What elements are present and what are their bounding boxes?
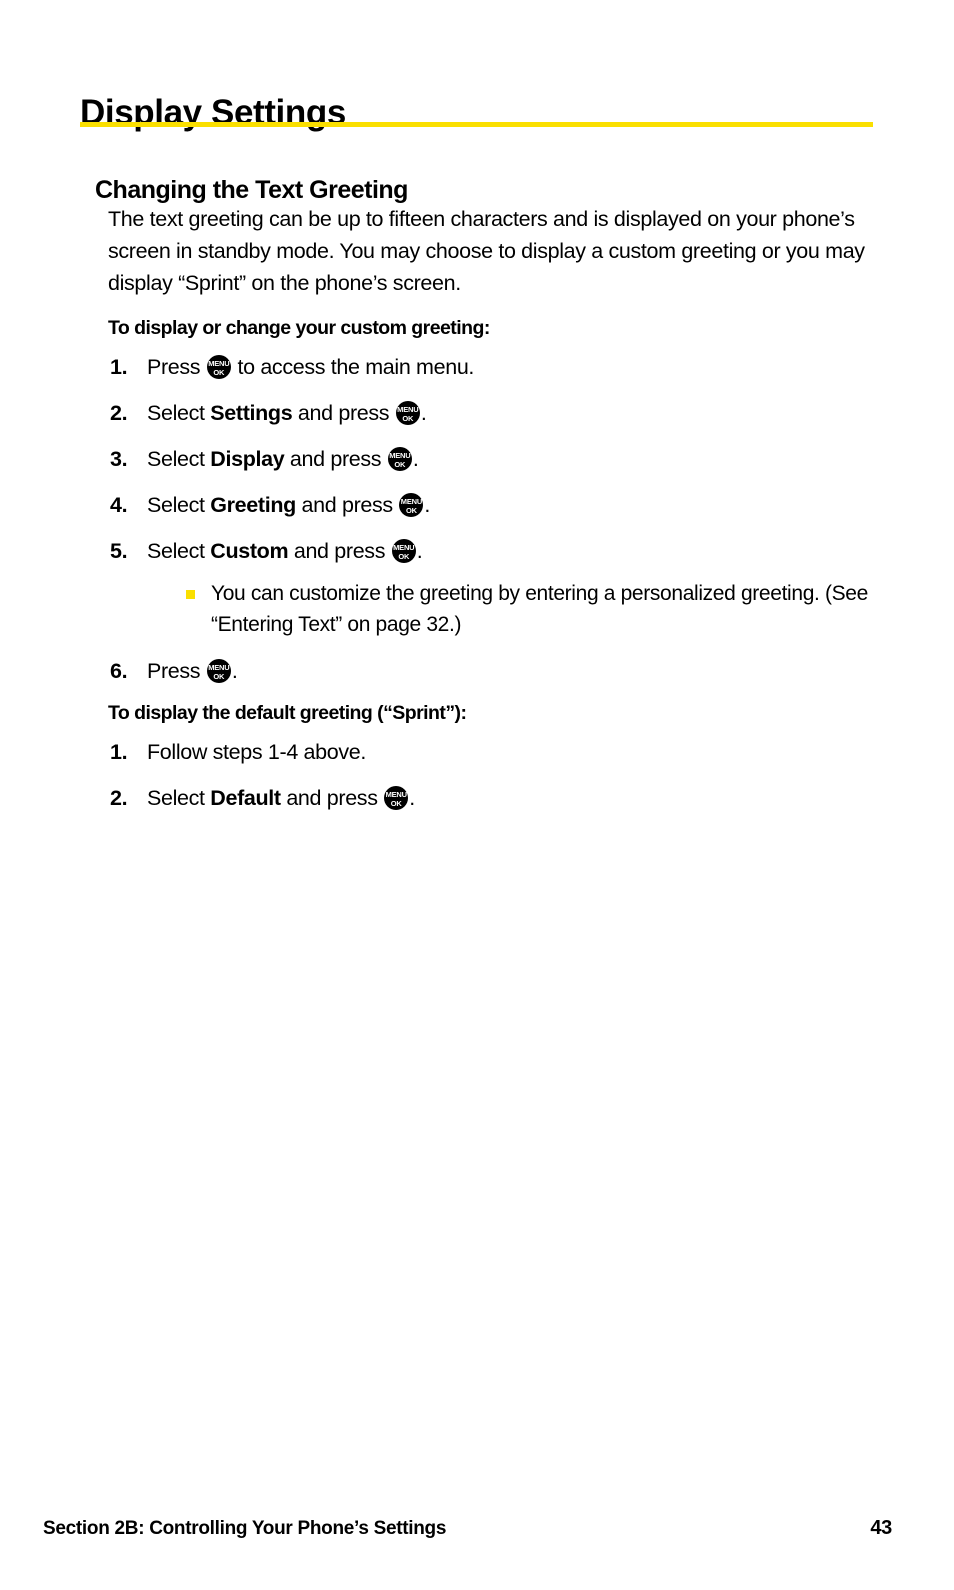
procedure-custom-steps: 1. Press MENU OK to access the main menu. … <box>108 352 874 686</box>
menu-ok-key-line2: OK <box>394 459 406 469</box>
step-text-tail: . <box>416 539 423 563</box>
step-text-bold: Display <box>210 447 285 471</box>
menu-ok-key-icon: MENU OK <box>395 401 420 425</box>
list-item: 6. Press MENU OK. <box>108 656 874 686</box>
menu-ok-key-line2: OK <box>405 505 417 515</box>
menu-ok-key-line1: MENU <box>400 497 423 506</box>
step-number: 2. <box>110 401 128 425</box>
step-text-bold: Settings <box>210 401 293 425</box>
procedure-default-heading: To display the default greeting (“Sprint… <box>108 702 467 724</box>
list-item: 2. Select Settings and press MENU OK. <box>108 398 874 428</box>
menu-ok-key-line1: MENU <box>385 790 407 799</box>
section-heading: Changing the Text Greeting <box>95 175 408 204</box>
list-item: 1. Follow steps 1-4 above. <box>108 737 874 767</box>
step-text-pre: Select <box>147 493 211 517</box>
step-text-pre: Press <box>147 355 206 379</box>
square-bullet-icon <box>186 590 195 599</box>
menu-ok-key-line2: OK <box>390 798 402 808</box>
title-underline-rule <box>80 122 873 127</box>
footer-page-number: 43 <box>870 1517 892 1539</box>
step-text-post: and press <box>284 447 387 471</box>
step-text-bold: Greeting <box>210 493 296 517</box>
procedure-custom-heading: To display or change your custom greetin… <box>108 317 490 339</box>
step-text-pre: Press <box>147 659 206 683</box>
step-text-pre: Follow steps 1-4 above. <box>147 740 367 764</box>
step-text-bold: Default <box>210 786 281 810</box>
step-number: 2. <box>110 786 128 810</box>
step-number: 1. <box>110 740 128 764</box>
step-text-pre: Select <box>147 447 211 471</box>
step-text-pre: Select <box>147 539 211 563</box>
step-number: 6. <box>110 659 128 683</box>
menu-ok-key-line1: MENU <box>393 543 415 552</box>
menu-ok-key-icon: MENU OK <box>206 355 231 379</box>
step-text-post: to access the main menu. <box>231 355 475 379</box>
list-item: 1. Press MENU OK to access the main menu. <box>108 352 874 382</box>
step-text-tail: . <box>412 447 419 471</box>
procedure-default-steps: 1. Follow steps 1-4 above. 2. Select Defau… <box>108 737 874 813</box>
step-text-post: and press <box>280 786 384 810</box>
page-footer: Section 2B: Controlling Your Phone’s Set… <box>43 1517 892 1540</box>
menu-ok-key-line2: OK <box>402 413 414 423</box>
step-number: 3. <box>110 447 128 471</box>
step-text-tail: . <box>420 401 427 425</box>
content-column: The text greeting can be up to fifteen c… <box>108 203 874 829</box>
step-text-tail: . <box>424 493 431 517</box>
menu-ok-key-line1: MENU <box>389 451 411 460</box>
menu-ok-key-icon: MENU OK <box>399 493 424 517</box>
step-text-pre: Select <box>147 786 211 810</box>
menu-ok-key-icon: MENU OK <box>206 659 231 683</box>
step-text-bold: Custom <box>210 539 289 563</box>
step-text-pre: Select <box>147 401 211 425</box>
menu-ok-key-icon: MENU OK <box>384 786 409 810</box>
menu-ok-key-line2: OK <box>398 551 410 561</box>
step-text-tail: . <box>409 786 415 810</box>
sub-bullet-text: You can customize the greeting by enteri… <box>211 582 868 636</box>
list-item: 5. Select Custom and press MENU OK. You ca… <box>108 536 874 640</box>
menu-ok-key-line2: OK <box>213 367 225 377</box>
menu-ok-key-icon: MENU OK <box>387 447 412 471</box>
menu-ok-key-line1: MENU <box>208 359 230 368</box>
menu-ok-key-line1: MENU <box>208 663 230 672</box>
footer-section-label: Section 2B: Controlling Your Phone’s Set… <box>43 1518 447 1539</box>
list-item: You can customize the greeting by enteri… <box>147 578 874 640</box>
list-item: 3. Select Display and press MENU OK. <box>108 444 874 474</box>
step-text-tail: . <box>231 659 238 683</box>
menu-ok-key-icon: MENU OK <box>391 539 416 563</box>
manual-page: Display Settings Changing the Text Greet… <box>0 0 954 1590</box>
step-text-post: and press <box>288 539 391 563</box>
sub-bullet-list: You can customize the greeting by enteri… <box>147 578 874 640</box>
step-number: 5. <box>110 539 128 563</box>
list-item: 2. Select Default and press MENU OK. <box>108 783 874 813</box>
step-number: 1. <box>110 355 128 379</box>
menu-ok-key-line2: OK <box>213 671 225 681</box>
step-number: 4. <box>110 493 128 517</box>
list-item: 4. Select Greeting and press MENU OK. <box>108 490 874 520</box>
menu-ok-key-line1: MENU <box>397 405 419 414</box>
step-text-post: and press <box>295 493 399 517</box>
intro-paragraph: The text greeting can be up to fifteen c… <box>108 207 865 295</box>
step-text-post: and press <box>292 401 395 425</box>
